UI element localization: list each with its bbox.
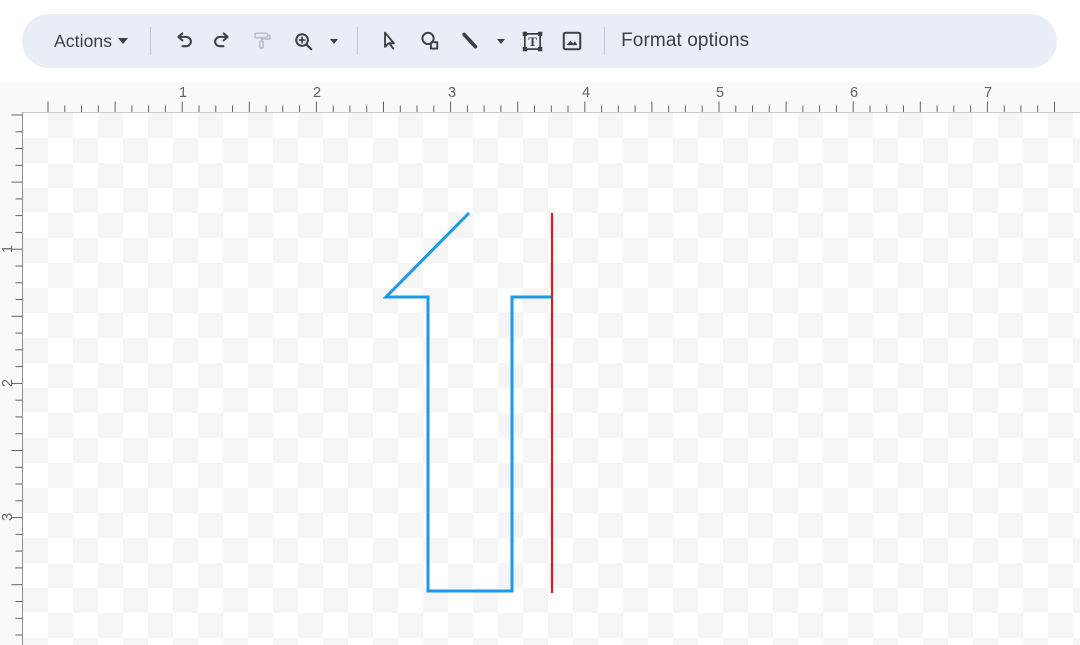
line-dropdown-button[interactable] (490, 21, 512, 61)
ruler-label: 3 (448, 85, 456, 101)
svg-text:T: T (528, 34, 537, 49)
toolbar-separator (604, 27, 606, 55)
line-control[interactable] (450, 21, 512, 61)
ruler-label: 2 (313, 85, 321, 101)
ruler-label: 6 (850, 85, 858, 101)
redo-button[interactable] (203, 21, 243, 61)
redo-icon (210, 28, 236, 54)
chevron-down-icon (497, 38, 506, 44)
toolbar-separator (357, 27, 359, 55)
horizontal-ruler[interactable]: 1 2 3 4 5 6 7 (0, 82, 1080, 113)
actions-menu-label: Actions (54, 30, 113, 51)
zoom-control[interactable] (283, 21, 345, 61)
drawing-canvas[interactable] (23, 113, 1080, 645)
main-toolbar: Actions T Format options (22, 14, 1057, 68)
chevron-down-icon (118, 38, 129, 44)
select-tool-button[interactable] (370, 21, 410, 61)
ruler-label: 1 (0, 245, 16, 253)
text-box-icon: T (519, 28, 546, 55)
up-arrow-shape[interactable] (382, 211, 553, 593)
chevron-down-icon (330, 38, 339, 44)
image-tool-button[interactable] (552, 21, 592, 61)
ruler-label: 1 (179, 85, 187, 101)
line-icon (457, 28, 483, 54)
canvas-shapes-layer (382, 211, 554, 593)
toolbar-separator (150, 27, 152, 55)
text-box-tool-button[interactable]: T (512, 21, 552, 61)
paint-format-button[interactable] (243, 21, 283, 61)
select-cursor-icon (377, 28, 403, 54)
vertical-ruler[interactable]: 1 2 3 (0, 82, 23, 645)
vertical-ruler-ticks: 1 2 3 (0, 112, 23, 645)
actions-menu-button[interactable]: Actions (42, 21, 138, 61)
paint-format-icon (251, 29, 275, 53)
undo-icon (170, 28, 196, 54)
image-icon (559, 28, 585, 54)
ruler-label: 5 (716, 85, 724, 101)
shape-tool-button[interactable] (410, 21, 450, 61)
zoom-dropdown-button[interactable] (323, 21, 345, 61)
horizontal-ruler-ticks: 1 2 3 4 5 6 7 (47, 85, 1056, 113)
ruler-label: 7 (984, 85, 992, 101)
ruler-label: 3 (0, 513, 16, 521)
shape-icon (417, 28, 443, 54)
zoom-icon (291, 29, 316, 54)
zoom-button[interactable] (283, 21, 323, 61)
undo-button[interactable] (163, 21, 203, 61)
drawing-app-window: Actions T Format options 1 2 3 4 5 6 7 1… (0, 0, 1080, 645)
format-options-button[interactable]: Format options (617, 30, 749, 52)
ruler-label: 4 (582, 85, 590, 101)
toolbar-container: Actions T Format options (0, 0, 1080, 82)
line-tool-button[interactable] (450, 21, 490, 61)
ruler-label: 2 (0, 379, 16, 387)
